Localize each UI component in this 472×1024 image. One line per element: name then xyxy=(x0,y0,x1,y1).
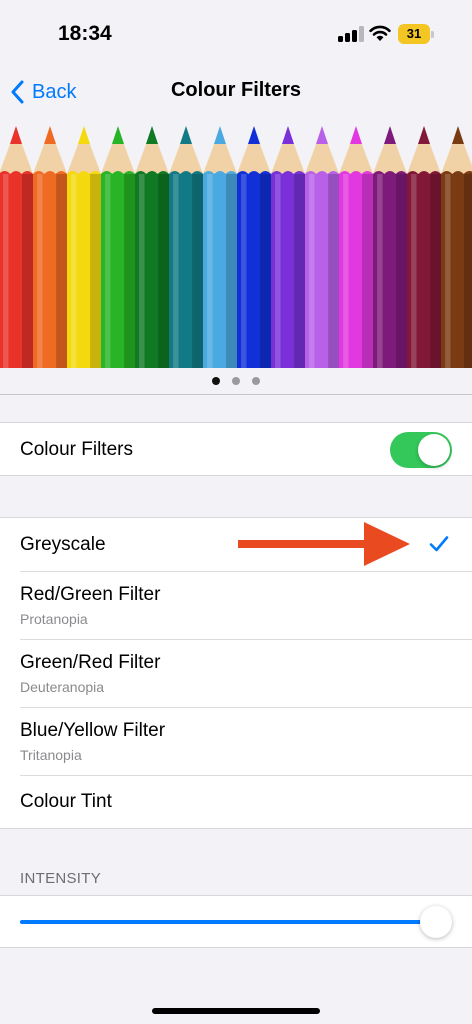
status-time: 18:34 xyxy=(58,22,112,45)
pencil xyxy=(203,126,237,368)
navigation-bar: Back Colour Filters xyxy=(0,70,472,114)
pencil xyxy=(0,126,33,368)
filter-option-subtitle: Tritanopia xyxy=(20,747,82,763)
pencil xyxy=(169,126,203,368)
page-dot[interactable] xyxy=(232,377,240,385)
slider-track xyxy=(20,920,436,924)
pencil xyxy=(67,126,101,368)
wifi-icon xyxy=(369,24,391,42)
filter-option-title: Red/Green Filter xyxy=(20,584,161,605)
colour-filters-toggle[interactable] xyxy=(390,432,452,468)
pencil xyxy=(305,126,339,368)
battery-icon: 31 xyxy=(398,24,434,44)
pencil xyxy=(441,126,472,368)
page-dot[interactable] xyxy=(252,377,260,385)
filter-option-green-red[interactable]: Green/Red Filter Deuteranopia xyxy=(0,639,472,707)
colour-filters-label: Colour Filters xyxy=(20,439,133,460)
page-title: Colour Filters xyxy=(170,79,301,101)
intensity-header: INTENSITY xyxy=(20,870,102,887)
intensity-group xyxy=(0,895,472,948)
filter-option-subtitle: Deuteranopia xyxy=(20,679,105,695)
pencil xyxy=(407,126,441,368)
slider-thumb[interactable] xyxy=(420,906,452,938)
battery-level: 31 xyxy=(398,24,430,44)
colour-filters-row: Colour Filters xyxy=(0,423,472,475)
page-dot[interactable] xyxy=(212,377,220,385)
filter-option-red-green[interactable]: Red/Green Filter Protanopia xyxy=(0,571,472,639)
pencil xyxy=(135,126,169,368)
checkmark-icon xyxy=(429,536,449,552)
filter-option-colour-tint[interactable]: Colour Tint xyxy=(0,775,472,828)
toggle-knob xyxy=(418,434,450,466)
filter-option-title: Greyscale xyxy=(20,534,106,555)
status-bar: 18:34 31 xyxy=(0,0,472,70)
pencil xyxy=(237,126,271,368)
pencil xyxy=(33,126,67,368)
pencil xyxy=(271,126,305,368)
home-indicator[interactable] xyxy=(152,1008,320,1014)
filter-option-title: Green/Red Filter xyxy=(20,652,161,673)
divider xyxy=(0,394,472,395)
page-indicator[interactable] xyxy=(0,374,472,388)
filter-option-blue-yellow[interactable]: Blue/Yellow Filter Tritanopia xyxy=(0,707,472,775)
pencil xyxy=(101,126,135,368)
pencil xyxy=(339,126,373,368)
intensity-slider[interactable] xyxy=(0,896,472,947)
pencil xyxy=(373,126,407,368)
colour-pencils-image[interactable] xyxy=(0,124,472,368)
filter-option-title: Colour Tint xyxy=(20,791,112,812)
filter-option-title: Blue/Yellow Filter xyxy=(20,720,166,741)
colour-filters-group: Colour Filters xyxy=(0,422,472,476)
filter-option-subtitle: Protanopia xyxy=(20,611,88,627)
annotation-arrow-icon xyxy=(238,522,410,566)
cellular-signal-icon xyxy=(338,26,364,42)
